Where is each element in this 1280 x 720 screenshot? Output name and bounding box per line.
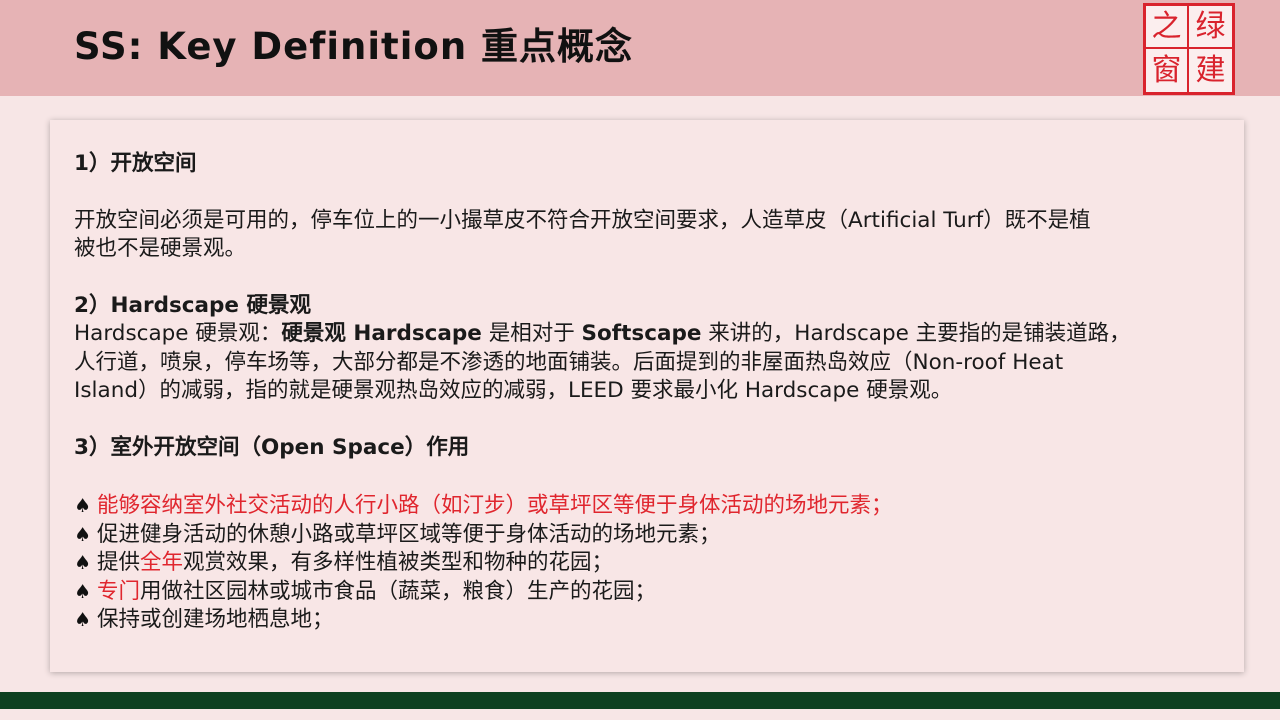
paragraph-text: 来讲的，Hardscape 主要指的是铺装道路， [701, 321, 1131, 346]
logo: 之 绿 窗 建 [1143, 3, 1235, 95]
bold-term: Softscape [581, 321, 702, 346]
section-paragraph: Hardscape 硬景观：硬景观 Hardscape 是相对于 Softsca… [74, 320, 1214, 406]
spade-bullet-icon: ♠ [74, 609, 92, 631]
highlight-text: 能够容纳室外社交活动的人行小路（如汀步）或草坪区等便于身体活动的场地元素； [97, 493, 893, 518]
list-text: 促进健身活动的休憩小路或草坪区域等便于身体活动的场地元素； [97, 521, 721, 547]
footer-bar [0, 692, 1280, 709]
paragraph-line: 人行道，喷泉，停车场等，大部分都是不渗透的地面铺装。后面提到的非屋面热岛效应（N… [74, 349, 1064, 375]
bullet-list: ♠ 能够容纳室外社交活动的人行小路（如汀步）或草坪区等便于身体活动的场地元素； ♠… [74, 492, 1214, 635]
spade-bullet-icon: ♠ [74, 523, 92, 546]
section-heading: 3）室外开放空间（Open Space）作用 [74, 434, 470, 460]
list-text: 保持或创建场地栖息地； [97, 607, 334, 632]
logo-char: 建 [1195, 52, 1226, 88]
footer-strip [0, 709, 1280, 720]
paragraph-text: Hardscape 硬景观： [74, 321, 282, 346]
highlight-text: 全年 [140, 550, 184, 575]
spade-bullet-icon: ♠ [74, 552, 92, 574]
list-text: 提供 [97, 550, 141, 575]
list-item: ♠ 提供全年观赏效果，有多样性植被类型和物种的花园； [74, 549, 1214, 578]
highlight-text: 专门 [97, 578, 141, 604]
list-item: ♠ 保持或创建场地栖息地； [74, 606, 1214, 635]
section-paragraph: 开放空间必须是可用的，停车位上的一小撮草皮不符合开放空间要求，人造草皮（Arti… [74, 207, 1214, 264]
bold-term: 硬景观 Hardscape [281, 321, 482, 346]
paragraph-text: 是相对于 [481, 321, 582, 346]
logo-char: 之 [1146, 6, 1189, 49]
slide-content: 1）开放空间 开放空间必须是可用的，停车位上的一小撮草皮不符合开放空间要求，人造… [74, 150, 1214, 635]
list-item: ♠ 能够容纳室外社交活动的人行小路（如汀步）或草坪区等便于身体活动的场地元素； [74, 492, 1214, 521]
page-title: SS: Key Definition 重点概念 [74, 25, 634, 68]
paragraph-line: 开放空间必须是可用的，停车位上的一小撮草皮不符合开放空间要求，人造草皮（Arti… [74, 207, 1091, 233]
logo-char: 窗 [1146, 49, 1189, 92]
section-heading: 2）Hardscape 硬景观 [74, 292, 311, 318]
logo-char: 绿 [1189, 6, 1232, 49]
list-text: 用做社区园林或城市食品（蔬菜，粮食）生产的花园； [140, 578, 657, 604]
list-text: 观赏效果，有多样性植被类型和物种的花园； [183, 550, 614, 575]
spade-bullet-icon: ♠ [74, 580, 92, 603]
list-item: ♠ 促进健身活动的休憩小路或草坪区域等便于身体活动的场地元素； [74, 521, 1214, 550]
section-heading: 1）开放空间 [74, 151, 197, 176]
paragraph-line: 被也不是硬景观。 [74, 236, 247, 261]
spade-bullet-icon: ♠ [74, 495, 92, 517]
paragraph-line: Island）的减弱，指的就是硬景观热岛效应的减弱，LEED 要求最小化 Har… [74, 378, 953, 403]
list-item: ♠ 专门用做社区园林或城市食品（蔬菜，粮食）生产的花园； [74, 578, 1214, 607]
